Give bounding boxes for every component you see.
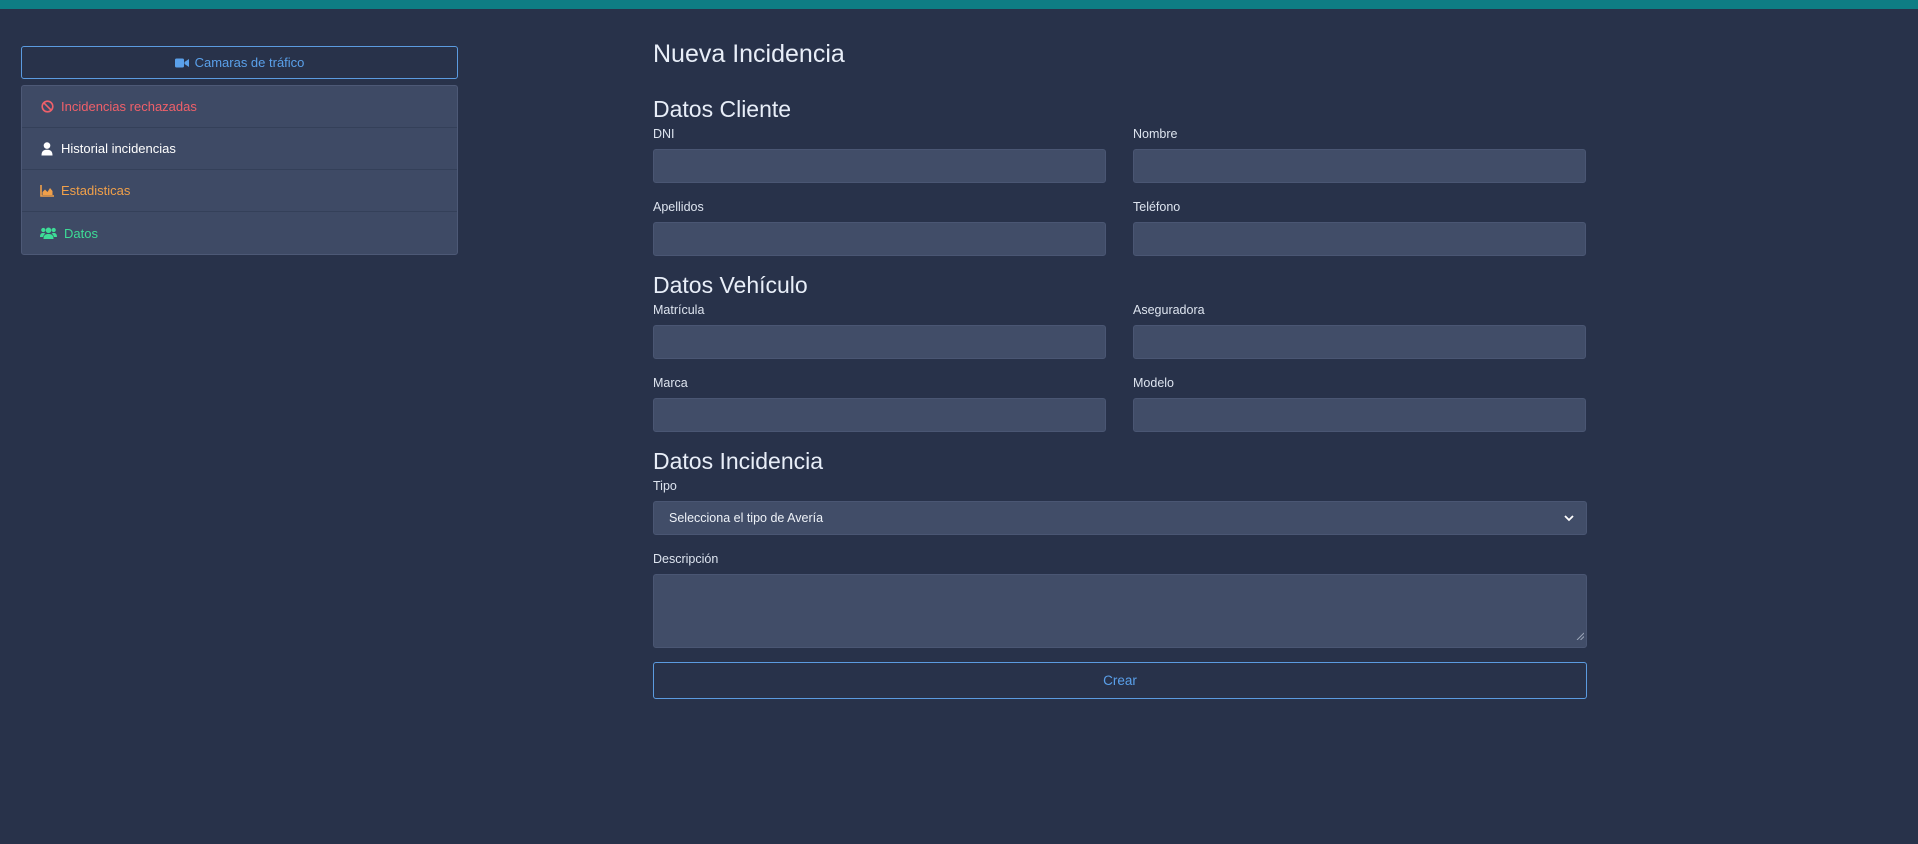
users-icon (40, 226, 57, 240)
sidebar-item-label: Historial incidencias (61, 141, 176, 156)
apellidos-field[interactable] (653, 222, 1106, 256)
user-icon (40, 141, 54, 156)
section-heading-client: Datos Cliente (653, 96, 792, 122)
chart-area-icon (40, 184, 54, 198)
create-button[interactable]: Crear (653, 662, 1587, 699)
sidebar: Camaras de tráfico Incidencias rechazada… (21, 46, 458, 255)
tipo-label: Tipo (653, 479, 677, 493)
matricula-field[interactable] (653, 325, 1106, 359)
sidebar-menu: Incidencias rechazadas Historial inciden… (21, 85, 458, 255)
sidebar-item-data[interactable]: Datos (22, 212, 457, 254)
telefono-label: Teléfono (1133, 200, 1181, 214)
tipo-selected-value: Selecciona el tipo de Avería (669, 511, 824, 525)
marca-label: Marca (653, 376, 688, 390)
descripcion-label: Descripción (653, 552, 719, 566)
resize-grip-icon[interactable] (1576, 627, 1585, 645)
matricula-label: Matrícula (653, 303, 705, 317)
ban-icon (40, 100, 54, 114)
traffic-cameras-button[interactable]: Camaras de tráfico (21, 46, 458, 79)
descripcion-textarea[interactable] (653, 574, 1587, 648)
sidebar-item-label: Estadisticas (61, 183, 131, 198)
apellidos-label: Apellidos (653, 200, 704, 214)
video-camera-icon (174, 56, 189, 70)
aseguradora-field[interactable] (1133, 325, 1586, 359)
marca-field[interactable] (653, 398, 1106, 432)
section-heading-vehicle: Datos Vehículo (653, 272, 808, 298)
aseguradora-label: Aseguradora (1133, 303, 1205, 317)
dni-label: DNI (653, 127, 675, 141)
modelo-field[interactable] (1133, 398, 1586, 432)
modelo-label: Modelo (1133, 376, 1174, 390)
section-heading-incident: Datos Incidencia (653, 448, 824, 474)
tipo-select[interactable]: Selecciona el tipo de Avería (653, 501, 1587, 535)
traffic-cameras-label: Camaras de tráfico (194, 55, 305, 70)
page-title: Nueva Incidencia (653, 40, 845, 68)
sidebar-item-incident-history[interactable]: Historial incidencias (22, 128, 457, 170)
nombre-field[interactable] (1133, 149, 1586, 183)
new-incident-form: Nueva Incidencia Datos Cliente DNI Nombr… (653, 36, 1587, 699)
nombre-label: Nombre (1133, 127, 1178, 141)
dni-field[interactable] (653, 149, 1106, 183)
sidebar-item-rejected-incidents[interactable]: Incidencias rechazadas (22, 86, 457, 128)
chevron-down-icon (1562, 511, 1576, 525)
top-accent-bar (0, 0, 1918, 9)
sidebar-item-label: Datos (64, 225, 98, 241)
sidebar-item-label: Incidencias rechazadas (61, 99, 197, 114)
telefono-field[interactable] (1133, 222, 1586, 256)
sidebar-item-statistics[interactable]: Estadisticas (22, 170, 457, 212)
